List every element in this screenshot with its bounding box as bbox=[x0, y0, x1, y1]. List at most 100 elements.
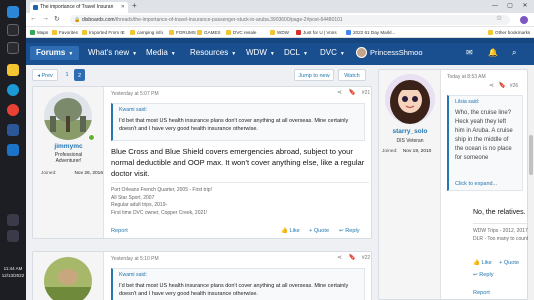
maximize-icon[interactable]: ▢ bbox=[503, 0, 517, 12]
reload-icon[interactable]: ↻ bbox=[54, 15, 60, 23]
user-avatar[interactable] bbox=[44, 92, 92, 140]
folder-icon bbox=[197, 30, 202, 35]
minimize-icon[interactable]: — bbox=[488, 0, 502, 12]
file-explorer-icon[interactable] bbox=[7, 64, 19, 76]
bookmark-item[interactable]: Maps bbox=[30, 27, 48, 38]
bookmark-item[interactable]: 2022 61 Day Markl... bbox=[346, 27, 395, 38]
chevron-down-icon: ▼ bbox=[269, 51, 275, 57]
share-icon[interactable]: ⋖ bbox=[337, 255, 342, 261]
profile-avatar[interactable] bbox=[520, 16, 528, 24]
new-tab-icon[interactable]: + bbox=[132, 1, 137, 10]
prev-page-button[interactable]: ◂ Prev bbox=[32, 69, 58, 81]
bookmark-item[interactable]: Favorites bbox=[52, 27, 78, 38]
post-username[interactable]: jimmymc bbox=[33, 143, 104, 150]
taskbar-time[interactable]: 11:44 AM bbox=[0, 266, 26, 272]
close-tab-icon[interactable]: ✕ bbox=[121, 2, 125, 13]
chevron-down-icon: ▼ bbox=[170, 51, 176, 57]
lock-icon: 🔒 bbox=[74, 17, 81, 23]
search-icon[interactable] bbox=[7, 24, 19, 36]
vons-icon bbox=[296, 30, 301, 35]
click-to-expand-link[interactable]: Click to expand... bbox=[455, 181, 497, 187]
bookmark-icon bbox=[346, 30, 351, 35]
windows-start-icon[interactable] bbox=[7, 6, 19, 18]
close-window-icon[interactable]: ✕ bbox=[518, 0, 532, 12]
word-icon[interactable] bbox=[7, 124, 19, 136]
page-1-link[interactable]: 1 bbox=[62, 69, 72, 81]
folder-icon bbox=[52, 30, 57, 35]
chevron-down-icon: ▼ bbox=[339, 51, 345, 57]
quote-button[interactable]: + Quote bbox=[499, 260, 519, 266]
bookmark-icon[interactable]: 🔖 bbox=[349, 255, 356, 261]
post-timestamp[interactable]: Today at 8:53 AM bbox=[447, 74, 486, 80]
nav-wdw[interactable]: WDW ▼ bbox=[246, 46, 275, 60]
quote-text: I'd bet that most US health insurance pl… bbox=[119, 118, 349, 132]
forward-icon[interactable]: → bbox=[42, 15, 49, 22]
quote-author[interactable]: Kwami said: bbox=[119, 272, 147, 278]
back-icon[interactable]: ← bbox=[30, 15, 37, 22]
quote-author[interactable]: Lilsia said: bbox=[455, 99, 479, 105]
nav-user-menu[interactable]: PrincessShmoo bbox=[356, 45, 423, 60]
reply-button[interactable]: ↩ Reply bbox=[339, 228, 360, 234]
nav-forums[interactable]: Forums ▼ bbox=[30, 46, 80, 60]
browser-window: The importance of Travel Insuran ✕ + — ▢… bbox=[26, 0, 534, 300]
report-link[interactable]: Report bbox=[473, 290, 490, 296]
bookmark-item[interactable]: DVC resale bbox=[226, 27, 257, 38]
chrome-icon[interactable] bbox=[7, 104, 19, 116]
post-timestamp[interactable]: Yesterday at 5:07 PM bbox=[111, 91, 159, 97]
report-link[interactable]: Report bbox=[111, 228, 128, 234]
nav-whats-new[interactable]: What's new ▼ bbox=[88, 46, 137, 60]
post-number[interactable]: #22 bbox=[362, 255, 370, 261]
quote-button[interactable]: + Quote bbox=[309, 228, 329, 234]
bookmark-item[interactable]: camping info bbox=[130, 27, 163, 38]
jump-to-new-button[interactable]: Jump to new bbox=[294, 69, 334, 81]
bookmark-icon[interactable]: 🔖 bbox=[349, 90, 356, 96]
bookmark-item[interactable]: Just for U | Vons bbox=[296, 27, 337, 38]
task-view-icon[interactable] bbox=[7, 42, 19, 54]
quote-block: Kwami said: I'd bet that most US health … bbox=[111, 268, 365, 300]
bookmark-item[interactable]: Imported From IE bbox=[82, 27, 125, 38]
bookmark-item[interactable]: WDW bbox=[270, 27, 289, 38]
page-2-current[interactable]: 2 bbox=[74, 69, 85, 81]
nav-media[interactable]: Media ▼ bbox=[146, 46, 176, 60]
post-number[interactable]: #26 bbox=[510, 83, 518, 89]
share-icon[interactable]: ⋖ bbox=[489, 83, 494, 89]
watch-button[interactable]: Watch bbox=[338, 69, 366, 81]
star-icon[interactable]: ☆ bbox=[496, 14, 502, 22]
quote-text: Who, the cruise line? Heck yeah they lef… bbox=[455, 110, 513, 161]
bookmark-item[interactable]: Other bookmarks bbox=[488, 27, 530, 38]
post-username[interactable]: starry_solo bbox=[379, 128, 441, 135]
nav-resources[interactable]: Resources ▼ bbox=[190, 46, 236, 60]
bookmark-item[interactable]: GAMES bbox=[197, 27, 221, 38]
taskbar-date[interactable]: 12/13/2022 bbox=[0, 273, 26, 279]
thumbs-up-icon: 👍 bbox=[473, 260, 480, 266]
tray-icon[interactable] bbox=[7, 230, 19, 242]
nav-dcl[interactable]: DCL ▼ bbox=[284, 46, 308, 60]
url-field[interactable]: 🔒 disboards.com/threads/the-importance-o… bbox=[70, 15, 510, 25]
like-button[interactable]: 👍 Like bbox=[281, 228, 300, 234]
bell-icon[interactable]: 🔔 bbox=[488, 48, 498, 57]
post-timestamp[interactable]: Yesterday at 5:10 PM bbox=[111, 256, 159, 262]
folder-icon bbox=[488, 30, 493, 35]
user-avatar[interactable] bbox=[385, 74, 435, 124]
post-body: No, the relatives. bbox=[473, 209, 526, 216]
bookmark-item[interactable]: FORUMS bbox=[169, 27, 196, 38]
page-scrollbar[interactable] bbox=[528, 65, 534, 300]
quote-author[interactable]: Kwami said: bbox=[119, 107, 147, 113]
browser-tab[interactable]: The importance of Travel Insuran ✕ bbox=[30, 2, 128, 13]
mail-icon[interactable] bbox=[7, 144, 19, 156]
share-icon[interactable]: ⋖ bbox=[337, 90, 342, 96]
nav-dvc[interactable]: DVC ▼ bbox=[320, 46, 345, 60]
chevron-down-icon: ▼ bbox=[68, 51, 74, 57]
edge-icon[interactable] bbox=[7, 84, 19, 96]
app-icon[interactable] bbox=[7, 214, 19, 226]
search-icon[interactable]: ⌕ bbox=[512, 48, 516, 58]
reply-button[interactable]: ↩ Reply bbox=[473, 272, 494, 278]
post-number[interactable]: #21 bbox=[362, 90, 370, 96]
post-header-icons: ⋖ 🔖 #21 bbox=[337, 89, 370, 96]
user-avatar[interactable] bbox=[44, 257, 92, 300]
scrollbar-thumb[interactable] bbox=[529, 135, 533, 175]
post-26: starry_solo DIS Veteran Joined: Nov 19, … bbox=[378, 69, 529, 300]
bookmark-icon[interactable]: 🔖 bbox=[499, 83, 506, 89]
mail-icon[interactable]: ✉ bbox=[466, 48, 473, 57]
like-button[interactable]: 👍 Like bbox=[473, 260, 492, 266]
